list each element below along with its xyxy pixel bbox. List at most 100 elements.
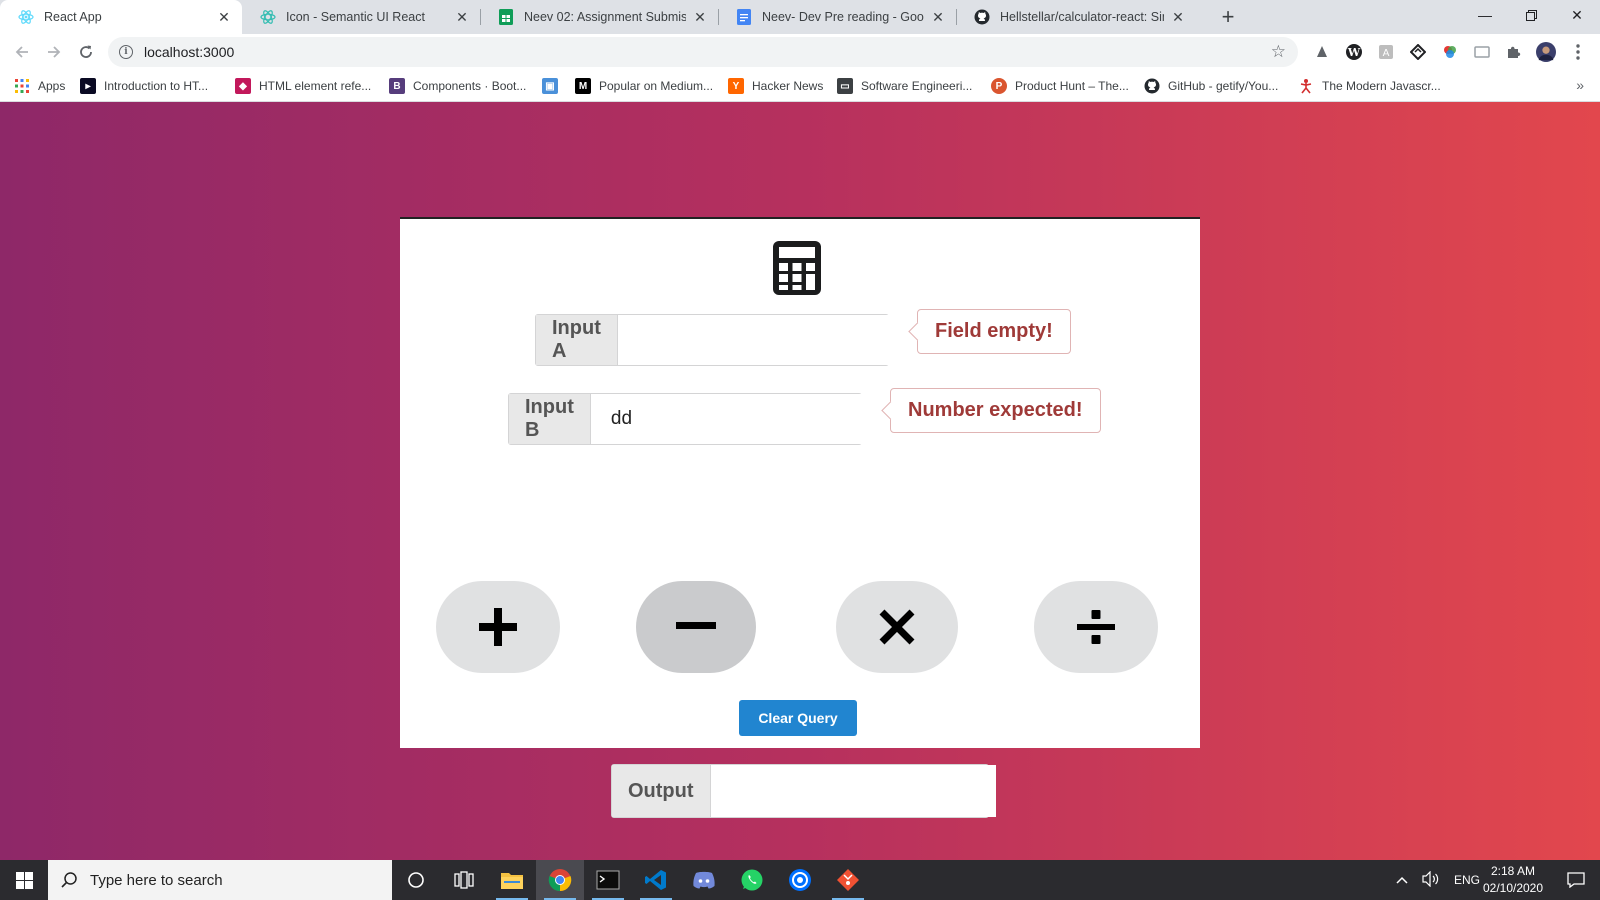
arrow-right-icon xyxy=(48,46,61,58)
input-b-error: Number expected! xyxy=(890,388,1101,433)
input-a-label: Input A xyxy=(536,315,618,365)
avatar[interactable] xyxy=(1536,42,1556,62)
bookmark-label: GitHub - getify/You... xyxy=(1168,79,1279,93)
url-text[interactable]: localhost:3000 xyxy=(144,44,234,60)
output-field[interactable] xyxy=(710,765,996,817)
bookmark-medium[interactable]: M Popular on Medium... xyxy=(575,77,713,95)
taskbar-search-box[interactable]: Type here to search xyxy=(48,860,392,900)
mdn-icon: ◆ xyxy=(235,78,251,94)
diamond-extension-icon[interactable] xyxy=(1408,42,1428,62)
divide-icon xyxy=(1077,610,1115,644)
cast-icon[interactable] xyxy=(1472,42,1492,62)
discord-button[interactable] xyxy=(680,860,728,900)
close-icon[interactable]: ✕ xyxy=(930,9,946,25)
restore-button[interactable] xyxy=(1508,0,1554,30)
divide-button[interactable] xyxy=(1034,581,1158,673)
terminal-button[interactable] xyxy=(584,860,632,900)
bookmarks-overflow-icon[interactable]: » xyxy=(1576,77,1584,93)
search-icon xyxy=(61,872,77,888)
input-b-label: Input B xyxy=(509,394,591,444)
minus-icon xyxy=(676,622,716,629)
cortana-button[interactable] xyxy=(392,860,440,900)
input-b-field[interactable] xyxy=(590,394,876,444)
bookmark-bootstrap[interactable]: B Components · Boot... xyxy=(389,77,526,95)
vscode-button[interactable] xyxy=(632,860,680,900)
uplay-button[interactable] xyxy=(776,860,824,900)
windows-logo-icon xyxy=(15,871,33,889)
bookmark-image[interactable]: ▣ xyxy=(542,77,566,95)
extension-icon[interactable]: A xyxy=(1376,42,1396,62)
action-center-button[interactable] xyxy=(1552,860,1600,900)
input-a-group: Input A xyxy=(535,314,903,366)
bookmark-label: The Modern Javascr... xyxy=(1322,79,1441,93)
product-hunt-icon: P xyxy=(991,78,1007,94)
bookmark-apps[interactable]: Apps xyxy=(14,77,65,95)
github-icon xyxy=(1144,78,1160,94)
extension-icon[interactable] xyxy=(1312,42,1332,62)
svg-text:A: A xyxy=(1383,48,1390,59)
discord-icon xyxy=(693,871,715,889)
tab-title: Neev 02: Assignment Submission xyxy=(524,10,686,24)
freecodecamp-icon: ▸ xyxy=(80,78,96,94)
react-icon xyxy=(18,9,34,25)
input-a-field[interactable] xyxy=(617,315,903,365)
close-icon[interactable]: ✕ xyxy=(454,9,470,25)
close-icon[interactable]: ✕ xyxy=(1170,9,1186,25)
tray-overflow-icon[interactable] xyxy=(1396,873,1408,887)
bookmark-star-icon[interactable]: ☆ xyxy=(1271,42,1286,62)
puzzle-extensions-icon[interactable] xyxy=(1504,42,1524,62)
terminal-icon xyxy=(596,870,620,890)
bookmark-github-ydkjs[interactable]: GitHub - getify/You... xyxy=(1144,77,1278,95)
bookmark-hacker-news[interactable]: Y Hacker News xyxy=(728,77,823,95)
close-window-button[interactable]: ✕ xyxy=(1554,0,1600,30)
whatsapp-button[interactable] xyxy=(728,860,776,900)
add-button[interactable] xyxy=(436,581,560,673)
color-picker-icon[interactable] xyxy=(1440,42,1460,62)
subtract-button[interactable] xyxy=(636,581,756,673)
back-button[interactable] xyxy=(8,38,36,66)
wordpress-icon[interactable]: W xyxy=(1344,42,1364,62)
close-icon[interactable]: ✕ xyxy=(692,9,708,25)
bookmark-label: Introduction to HT... xyxy=(104,79,209,93)
chrome-button[interactable] xyxy=(536,860,584,900)
menu-dots-icon[interactable] xyxy=(1568,42,1588,62)
tab-github[interactable]: Hellstellar/calculator-react: Simpl ✕ xyxy=(956,0,1196,34)
bookmark-software-engineering[interactable]: ▭ Software Engineeri... xyxy=(837,77,972,95)
bookmark-product-hunt[interactable]: P Product Hunt – The... xyxy=(991,77,1129,95)
new-tab-button[interactable]: + xyxy=(1215,4,1241,30)
close-icon[interactable]: ✕ xyxy=(216,9,232,25)
forward-button[interactable] xyxy=(40,38,68,66)
tab-react-app[interactable]: React App ✕ xyxy=(0,0,242,34)
language-indicator[interactable]: ENG xyxy=(1454,873,1480,887)
bookmark-label: Apps xyxy=(38,79,66,93)
tab-pre-reading[interactable]: Neev- Dev Pre reading - Google ✕ xyxy=(718,0,956,34)
multiply-button[interactable] xyxy=(836,581,958,673)
tab-assignment[interactable]: Neev 02: Assignment Submission ✕ xyxy=(480,0,718,34)
bookmark-html-reference[interactable]: ◆ HTML element refe... xyxy=(235,77,371,95)
apps-grid-icon xyxy=(14,78,30,94)
tab-semantic-ui[interactable]: Icon - Semantic UI React ✕ xyxy=(242,0,480,34)
minimize-button[interactable]: — xyxy=(1462,0,1508,30)
git-kraken-button[interactable] xyxy=(824,860,872,900)
taskbar-clock[interactable]: 2:18 AM 02/10/2020 xyxy=(1478,863,1548,897)
start-button[interactable] xyxy=(0,860,48,900)
task-view-button[interactable] xyxy=(440,860,488,900)
google-docs-icon xyxy=(736,9,752,25)
input-b-group: Input B xyxy=(508,393,876,445)
output-label: Output xyxy=(612,765,711,817)
system-tray: ENG xyxy=(1396,860,1480,900)
github-icon xyxy=(974,9,990,25)
semantic-ui-icon xyxy=(260,9,276,25)
cortana-icon xyxy=(408,872,424,888)
bookmark-modern-javascript[interactable]: The Modern Javascr... xyxy=(1298,77,1441,95)
address-bar[interactable]: i localhost:3000 ☆ xyxy=(108,37,1298,67)
reload-button[interactable] xyxy=(72,38,100,66)
file-explorer-button[interactable] xyxy=(488,860,536,900)
windows-taskbar: Type here to search ENG 2:18 AM 02/10/20… xyxy=(0,860,1600,900)
bookmark-label: Components · Boot... xyxy=(413,79,527,93)
bookmark-intro-html[interactable]: ▸ Introduction to HT... xyxy=(80,77,208,95)
info-icon[interactable]: i xyxy=(119,45,133,59)
volume-icon[interactable] xyxy=(1422,870,1440,890)
clear-query-button[interactable]: Clear Query xyxy=(739,700,857,736)
reload-icon xyxy=(80,45,92,58)
